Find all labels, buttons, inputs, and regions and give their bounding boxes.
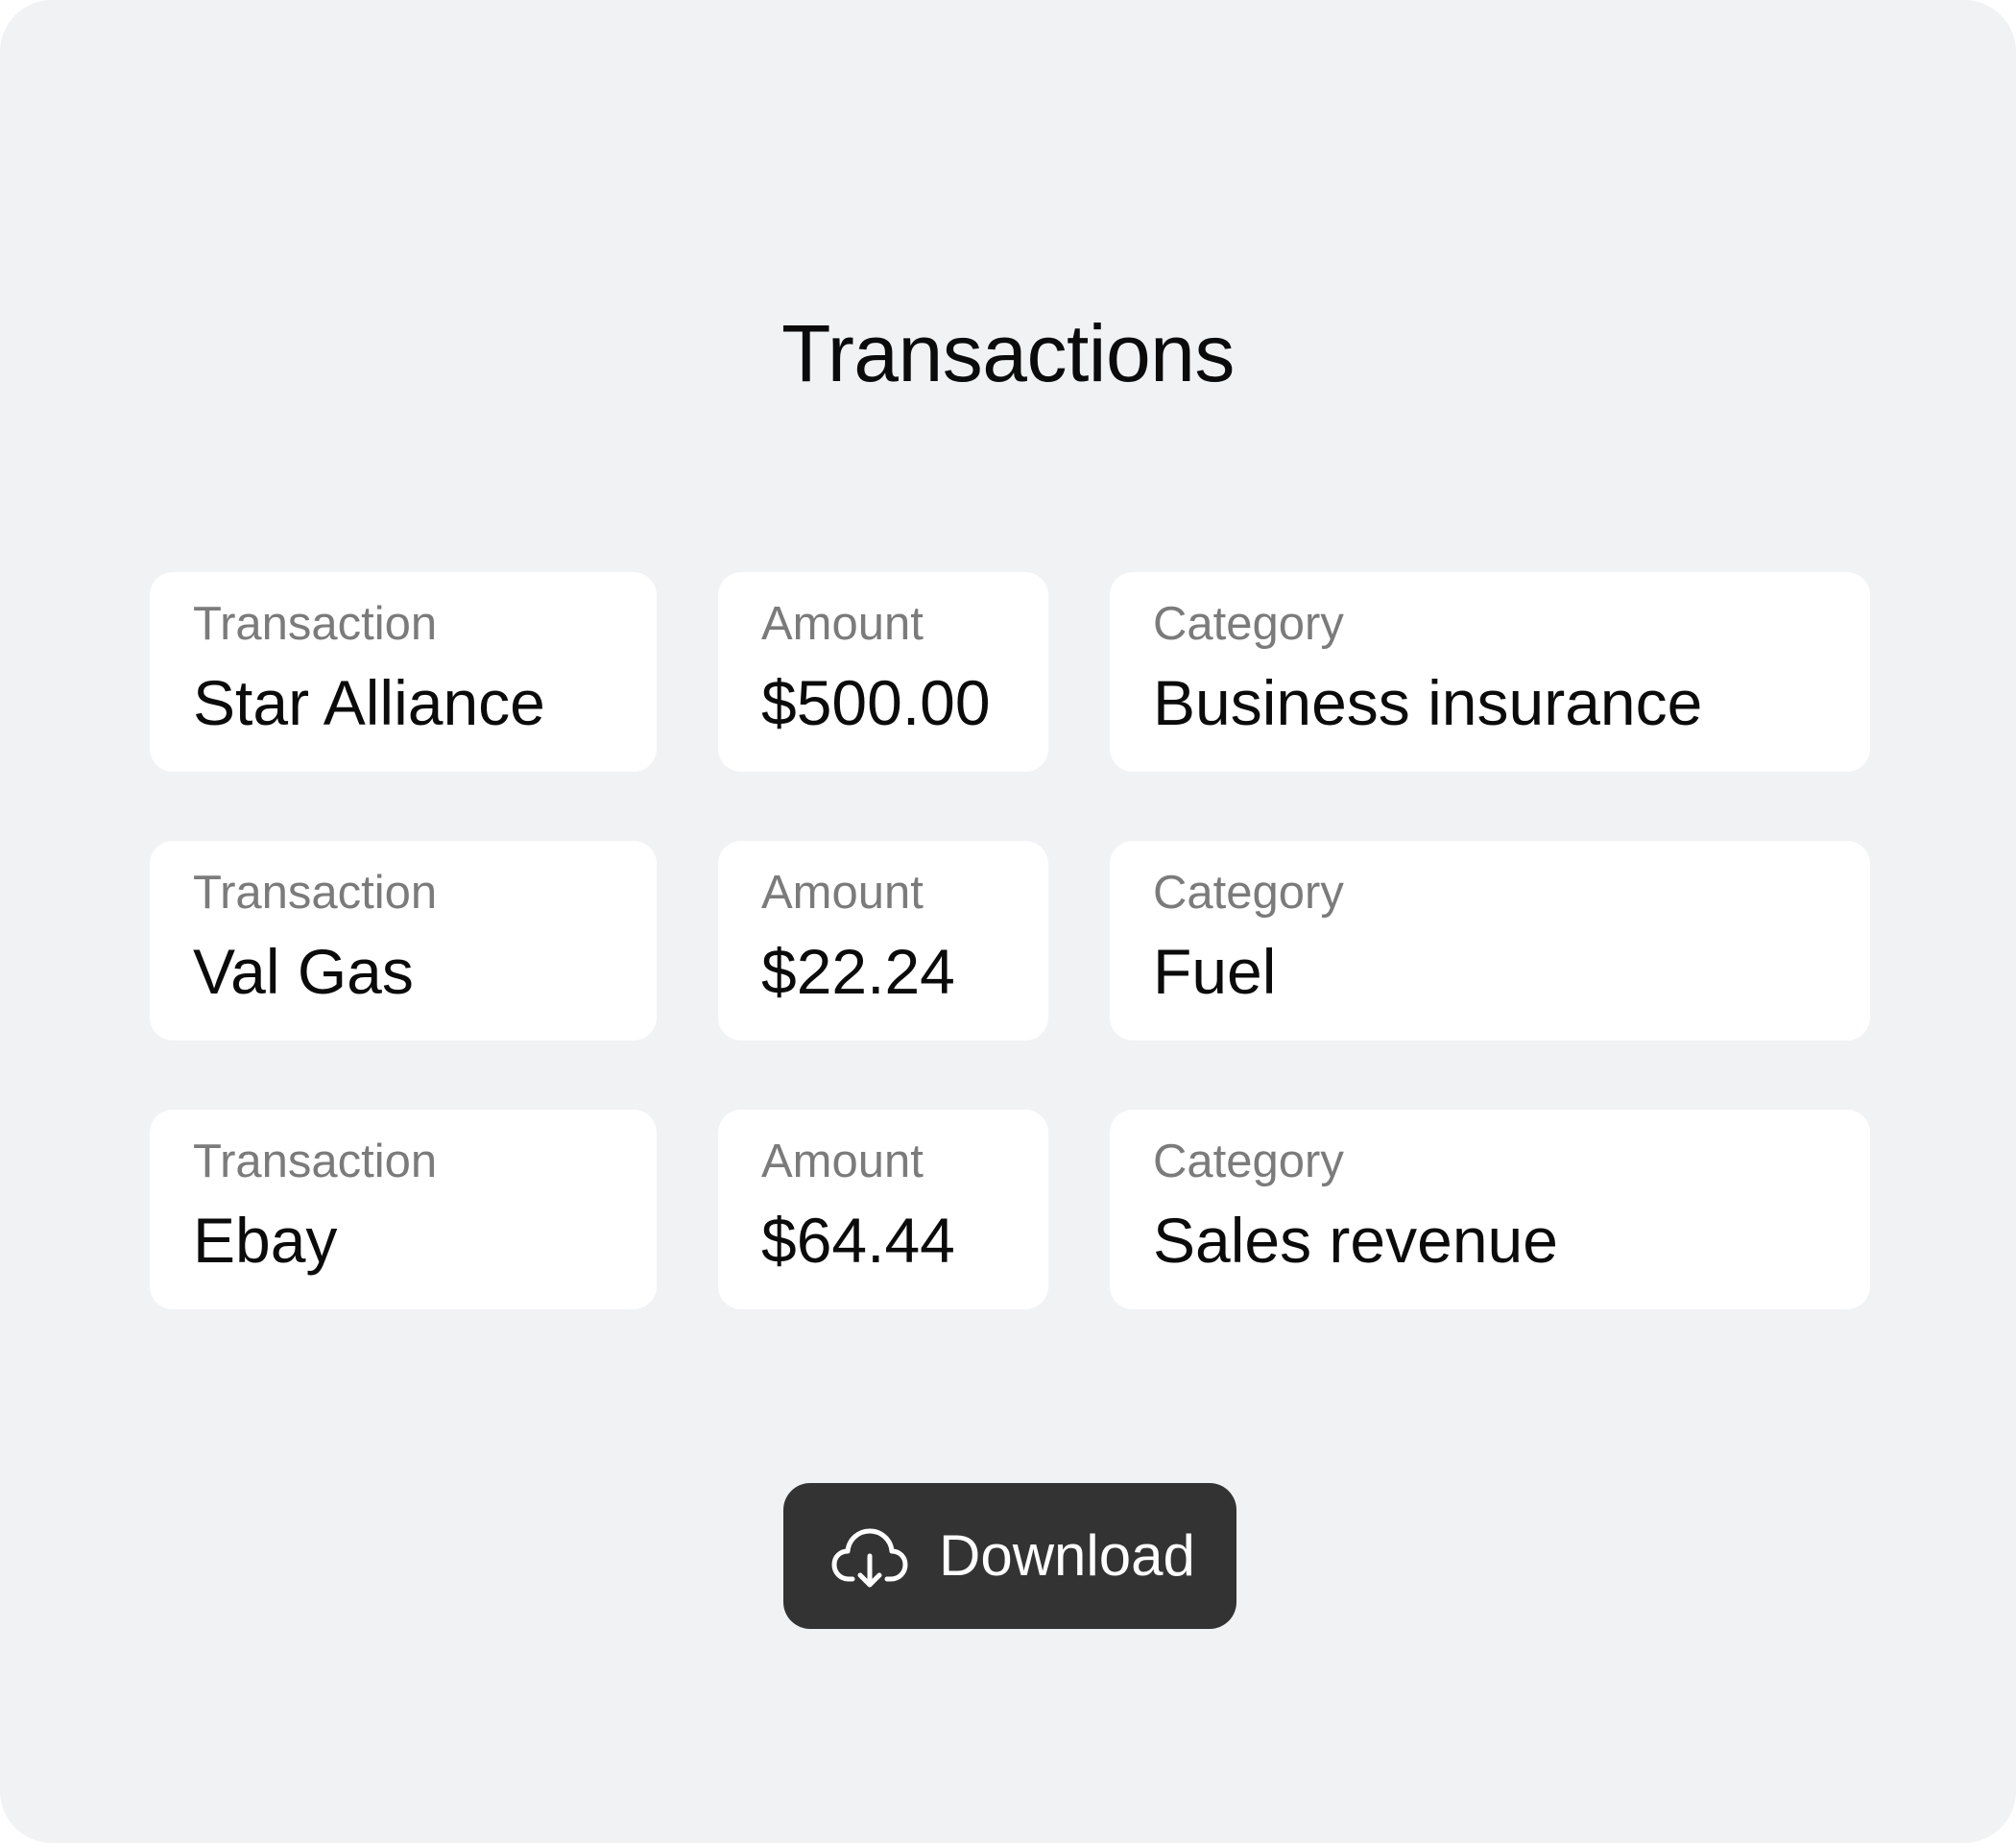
transaction-label: Transaction bbox=[193, 598, 438, 650]
page-title: Transactions bbox=[781, 308, 1235, 398]
category-card: Category Fuel bbox=[1110, 841, 1870, 1041]
category-label: Category bbox=[1153, 1136, 1344, 1187]
amount-card: Amount $64.44 bbox=[718, 1110, 1048, 1309]
amount-value: $22.24 bbox=[761, 936, 955, 1007]
amount-card: Amount $500.00 bbox=[718, 572, 1048, 772]
amount-value: $64.44 bbox=[761, 1205, 955, 1276]
amount-label: Amount bbox=[761, 1136, 924, 1187]
category-label: Category bbox=[1153, 867, 1344, 919]
transaction-value: Val Gas bbox=[193, 936, 414, 1007]
category-label: Category bbox=[1153, 598, 1344, 650]
category-card: Category Business insurance bbox=[1110, 572, 1870, 772]
transactions-panel: Transactions Transaction Star Alliance A… bbox=[0, 0, 2016, 1843]
download-button[interactable]: Download bbox=[783, 1483, 1236, 1629]
category-value: Sales revenue bbox=[1153, 1205, 1558, 1276]
transaction-label: Transaction bbox=[193, 867, 438, 919]
amount-value: $500.00 bbox=[761, 667, 991, 738]
transaction-card: Transaction Ebay bbox=[150, 1110, 657, 1309]
cloud-download-icon bbox=[831, 1523, 908, 1591]
category-card: Category Sales revenue bbox=[1110, 1110, 1870, 1309]
amount-card: Amount $22.24 bbox=[718, 841, 1048, 1041]
amount-label: Amount bbox=[761, 867, 924, 919]
transaction-card: Transaction Val Gas bbox=[150, 841, 657, 1041]
transaction-card: Transaction Star Alliance bbox=[150, 572, 657, 772]
amount-label: Amount bbox=[761, 598, 924, 650]
transaction-value: Star Alliance bbox=[193, 667, 545, 738]
transaction-label: Transaction bbox=[193, 1136, 438, 1187]
transaction-value: Ebay bbox=[193, 1205, 338, 1276]
category-value: Business insurance bbox=[1153, 667, 1703, 738]
download-button-label: Download bbox=[939, 1523, 1195, 1588]
category-value: Fuel bbox=[1153, 936, 1277, 1007]
